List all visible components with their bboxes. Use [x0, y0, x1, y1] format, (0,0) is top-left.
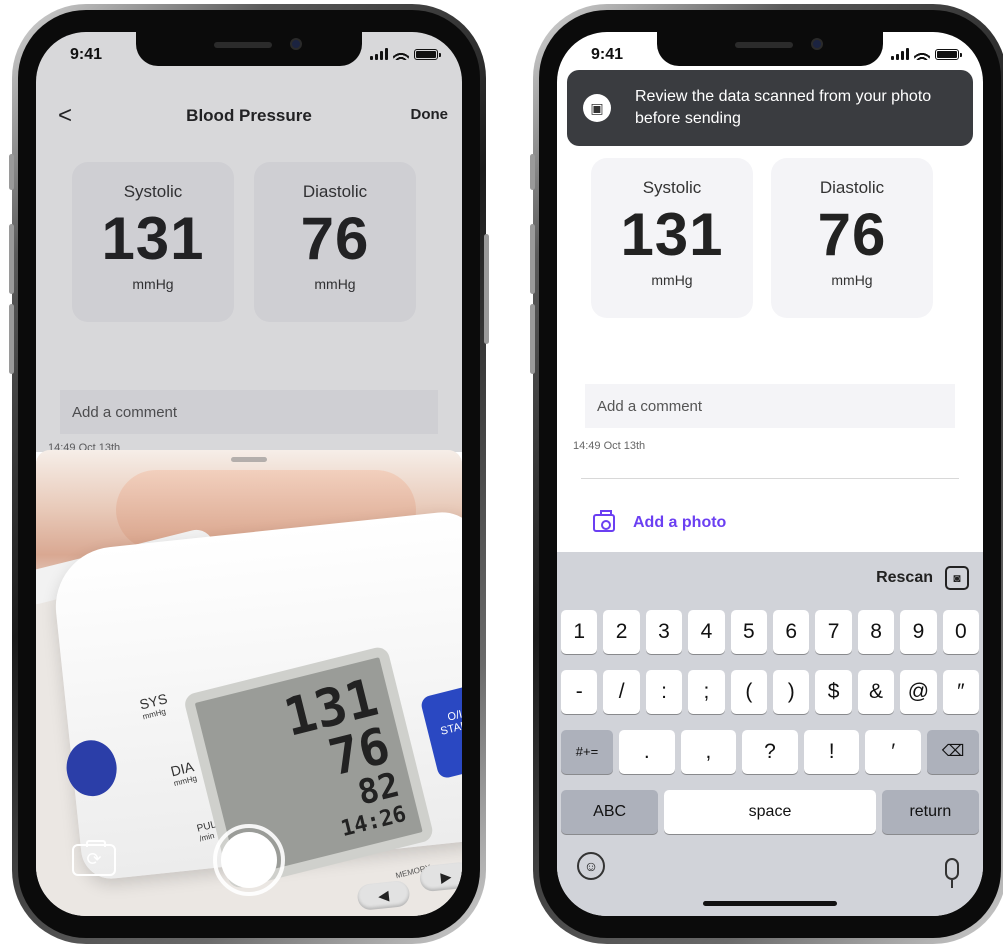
key[interactable]: 9 — [900, 610, 937, 654]
key[interactable]: : — [645, 670, 683, 714]
volume-down-button — [530, 304, 535, 374]
key[interactable]: - — [561, 670, 598, 714]
key[interactable]: , — [680, 730, 737, 774]
right-phone: 9:41 Blood Pressure Done ▣ Review the da… — [530, 4, 1003, 944]
key[interactable]: ; — [688, 670, 725, 714]
monitor-sys-label: SYS mmHg — [137, 690, 169, 722]
key[interactable]: 8 — [857, 610, 895, 654]
key[interactable]: 4 — [688, 610, 725, 654]
shutter-button[interactable] — [213, 824, 285, 896]
tube-connector — [63, 737, 120, 799]
photo-scan-icon: ▣ — [583, 94, 611, 122]
diastolic-card[interactable]: Diastolic 76 mmHg — [771, 158, 933, 318]
key[interactable]: ″ — [942, 670, 980, 714]
notch — [657, 32, 883, 66]
bezel: 9:41 < Blood Pressure Done Systolic 131 … — [18, 10, 480, 938]
review-toast[interactable]: ▣ Review the data scanned from your phot… — [567, 70, 973, 146]
volume-up-button — [9, 224, 14, 294]
key[interactable]: 1 — [561, 610, 598, 654]
keyboard-row-3: #+= . , ? ! ′ ⌫ — [561, 730, 979, 774]
abc-mode-key[interactable]: ABC — [561, 790, 659, 834]
lcd-time: 14:26 — [338, 801, 409, 843]
systolic-label: Systolic — [642, 178, 702, 197]
left-phone: 9:41 < Blood Pressure Done Systolic 131 … — [9, 4, 489, 944]
key[interactable]: / — [603, 670, 640, 714]
screen: 9:41 < Blood Pressure Done Systolic 131 … — [36, 32, 462, 916]
camera-icon — [593, 510, 615, 532]
emoji-icon[interactable]: ☺ — [577, 852, 605, 880]
space-key[interactable]: space — [664, 790, 876, 834]
key[interactable]: 0 — [942, 610, 980, 654]
keyboard-row-4: ABC space return — [561, 790, 979, 834]
screen: 9:41 Blood Pressure Done ▣ Review the da… — [557, 32, 983, 916]
add-photo-button[interactable]: Add a photo — [593, 510, 727, 532]
key[interactable]: $ — [815, 670, 852, 714]
key[interactable]: & — [857, 670, 895, 714]
key[interactable]: ! — [803, 730, 860, 774]
camera-flip-icon[interactable]: ⟳ — [72, 840, 116, 876]
key[interactable]: 3 — [645, 610, 683, 654]
keyboard-row-1: 1 2 3 4 5 6 7 8 9 0 — [561, 610, 980, 654]
bezel: 9:41 Blood Pressure Done ▣ Review the da… — [539, 10, 1001, 938]
key[interactable]: @ — [900, 670, 937, 714]
symbols-mode-key[interactable]: #+= — [561, 730, 613, 774]
monitor-start-button: O/I START — [419, 683, 462, 780]
monitor-dia-label: DIA mmHg — [168, 758, 198, 789]
key[interactable]: 6 — [773, 610, 810, 654]
toast-message: Review the data scanned from your photo … — [635, 88, 932, 127]
diastolic-label: Diastolic — [819, 178, 885, 197]
notch — [136, 32, 362, 66]
timestamp: 14:49 Oct 13th — [573, 440, 646, 452]
sheet-handle[interactable] — [231, 457, 267, 462]
microphone-icon[interactable] — [945, 858, 959, 888]
rescan-label: Rescan — [876, 569, 933, 586]
signal-icon — [370, 48, 388, 60]
battery-icon — [935, 48, 962, 60]
add-photo-label: Add a photo — [633, 514, 727, 531]
numeric-keyboard: Rescan ◙ 1 2 3 4 5 6 7 8 9 0 - /: ; ()… — [557, 552, 983, 916]
key[interactable]: 5 — [730, 610, 768, 654]
status-time: 9:41 — [70, 46, 103, 63]
volume-down-button — [9, 304, 14, 374]
home-indicator[interactable] — [703, 901, 837, 906]
return-key[interactable]: return — [881, 790, 979, 834]
signal-icon — [891, 48, 909, 60]
diastolic-unit: mmHg — [831, 272, 873, 288]
key[interactable]: ? — [742, 730, 798, 774]
camera-sheet: SYS mmHg DIA mmHg PULSE/min 131 76 82 14:2… — [36, 450, 462, 916]
systolic-unit: mmHg — [651, 272, 693, 288]
systolic-value: 131 — [620, 201, 724, 268]
battery-icon — [414, 48, 441, 60]
key[interactable]: ′ — [865, 730, 922, 774]
keyboard-row-2: - / : ; ( ) $ & @ ″ — [561, 670, 980, 714]
volume-up-button — [530, 224, 535, 294]
dim-overlay — [36, 32, 462, 452]
key[interactable]: ) — [773, 670, 810, 714]
key[interactable]: ( — [730, 670, 768, 714]
status-time: 9:41 — [591, 46, 624, 63]
systolic-card[interactable]: Systolic 131 mmHg — [591, 158, 753, 318]
key[interactable]: 7 — [815, 610, 852, 654]
wifi-icon — [914, 48, 930, 60]
comment-field[interactable]: Add a comment — [585, 384, 955, 428]
wifi-icon — [393, 48, 409, 60]
rescan-button[interactable]: Rescan ◙ — [876, 566, 969, 590]
divider — [581, 478, 959, 479]
key[interactable]: 2 — [603, 610, 640, 654]
delete-key[interactable]: ⌫ — [927, 730, 979, 774]
diastolic-value: 76 — [817, 201, 887, 268]
scan-camera-icon: ◙ — [945, 566, 969, 590]
side-button — [9, 154, 14, 190]
power-button — [484, 234, 489, 344]
side-button — [530, 154, 535, 190]
monitor-left-arrow: ◀ — [356, 879, 411, 912]
key[interactable]: . — [618, 730, 675, 774]
